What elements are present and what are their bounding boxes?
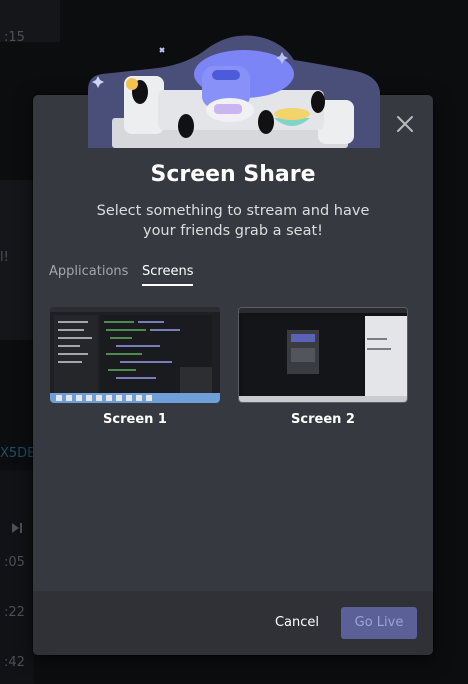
screen-2-label: Screen 2 [291, 412, 355, 427]
background-timestamp: :42 [4, 655, 25, 670]
screen-1-label: Screen 1 [103, 412, 167, 427]
skip-icon [10, 520, 24, 540]
screen-2-thumbnail[interactable] [238, 307, 408, 403]
tab-screens[interactable]: Screens [142, 264, 194, 286]
cancel-button[interactable]: Cancel [270, 607, 324, 639]
modal-subtitle: Select something to stream and have your… [96, 203, 370, 239]
discord-couch-illustration [88, 30, 380, 148]
close-icon [394, 116, 416, 139]
background-timestamp: :05 [4, 555, 25, 570]
go-live-button[interactable]: Go Live [341, 607, 417, 639]
background-timestamp: :22 [4, 605, 25, 620]
screen-1-thumbnail[interactable] [50, 307, 220, 403]
background-player-panel [0, 470, 34, 684]
background-text-fragment: l! [0, 250, 9, 265]
close-button[interactable] [394, 113, 416, 135]
background-timestamp: :15 [4, 30, 25, 45]
background-text-fragment: X5DB [0, 446, 37, 461]
tab-applications[interactable]: Applications [49, 264, 128, 284]
modal-title: Screen Share [150, 162, 316, 187]
